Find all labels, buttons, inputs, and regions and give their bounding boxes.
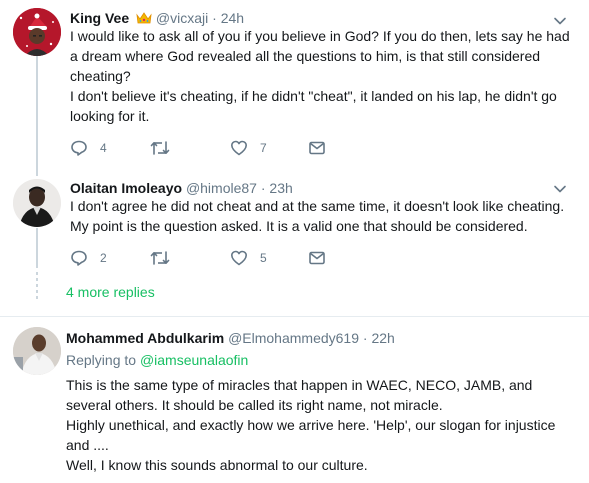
more-replies-link[interactable]: 4 more replies (66, 284, 155, 300)
replying-to: Replying to @iamseunalaofin (66, 352, 248, 368)
tweet[interactable]: King Vee @vicxaji · 24h I would like to … (0, 0, 589, 172)
retweet-button[interactable] (150, 248, 182, 268)
tweet-text-line: Well, I know this sounds abnormal to our… (66, 457, 368, 473)
display-name[interactable]: King Vee (70, 10, 129, 26)
reply-button[interactable]: 2 (70, 248, 107, 268)
avatar-image (13, 327, 61, 375)
timestamp[interactable]: 24h (221, 10, 244, 26)
reply-count: 4 (100, 141, 107, 155)
tweet-header: Olaitan Imoleayo @himole87 · 23h (70, 179, 293, 197)
reply-icon (71, 140, 87, 156)
retweet-icon (150, 141, 170, 155)
separator-dot: · (362, 330, 368, 346)
heart-icon (231, 250, 247, 266)
tweet-actions: 4 7 (70, 138, 370, 158)
retweet-icon (150, 251, 170, 265)
tweet-text-line: This is the same type of miracles that h… (66, 377, 533, 413)
retweet-button[interactable] (150, 138, 182, 158)
heart-icon (231, 140, 247, 156)
like-count: 5 (260, 251, 267, 265)
avatar[interactable] (13, 327, 61, 375)
separator-dot: · (260, 180, 266, 196)
replying-to-label: Replying to (66, 352, 137, 368)
chevron-down-icon[interactable] (553, 182, 567, 196)
timestamp[interactable]: 22h (371, 330, 394, 346)
thread-dots (36, 272, 38, 300)
tweet-text: I would like to ask all of you if you be… (70, 26, 570, 126)
tweet[interactable]: Olaitan Imoleayo @himole87 · 23h I don't… (0, 172, 589, 272)
message-button[interactable] (308, 138, 326, 158)
tweet-text-line: I don't believe it's cheating, if he did… (70, 88, 557, 124)
display-name[interactable]: Olaitan Imoleayo (70, 180, 182, 196)
reply-button[interactable]: 4 (70, 138, 107, 158)
like-button[interactable]: 5 (230, 248, 267, 268)
message-button[interactable] (308, 248, 326, 268)
tweet-actions: 2 5 (70, 248, 370, 268)
user-handle[interactable]: @Elmohammedy619 (228, 330, 359, 346)
envelope-icon (309, 141, 325, 155)
avatar-image (13, 179, 61, 227)
tweet-text-line: Highly unethical, and exactly how we arr… (66, 417, 556, 453)
separator-dot: · (212, 10, 217, 26)
tweet-text-line: I would like to ask all of you if you be… (70, 28, 570, 84)
mention-link[interactable]: @iamseunalaofin (140, 352, 248, 368)
reply-count: 2 (100, 251, 107, 265)
tweet-header: Mohammed Abdulkarim @Elmohammedy619 · 22… (66, 329, 395, 347)
avatar[interactable] (13, 179, 61, 227)
tweet-text: This is the same type of miracles that h… (66, 375, 568, 475)
user-handle[interactable]: @vicxaji (156, 10, 208, 26)
user-handle[interactable]: @himole87 (186, 180, 257, 196)
tweet[interactable]: Mohammed Abdulkarim @Elmohammedy619 · 22… (0, 317, 589, 483)
envelope-icon (309, 251, 325, 265)
like-count: 7 (260, 141, 267, 155)
tweet-text: I don't agree he did not cheat and at th… (70, 196, 570, 236)
reply-icon (71, 250, 87, 266)
display-name[interactable]: Mohammed Abdulkarim (66, 330, 224, 346)
like-button[interactable]: 7 (230, 138, 267, 158)
avatar[interactable] (13, 8, 61, 56)
timestamp[interactable]: 23h (269, 180, 292, 196)
avatar-image (13, 8, 61, 56)
tweet-text-line: I don't agree he did not cheat and at th… (70, 198, 565, 234)
